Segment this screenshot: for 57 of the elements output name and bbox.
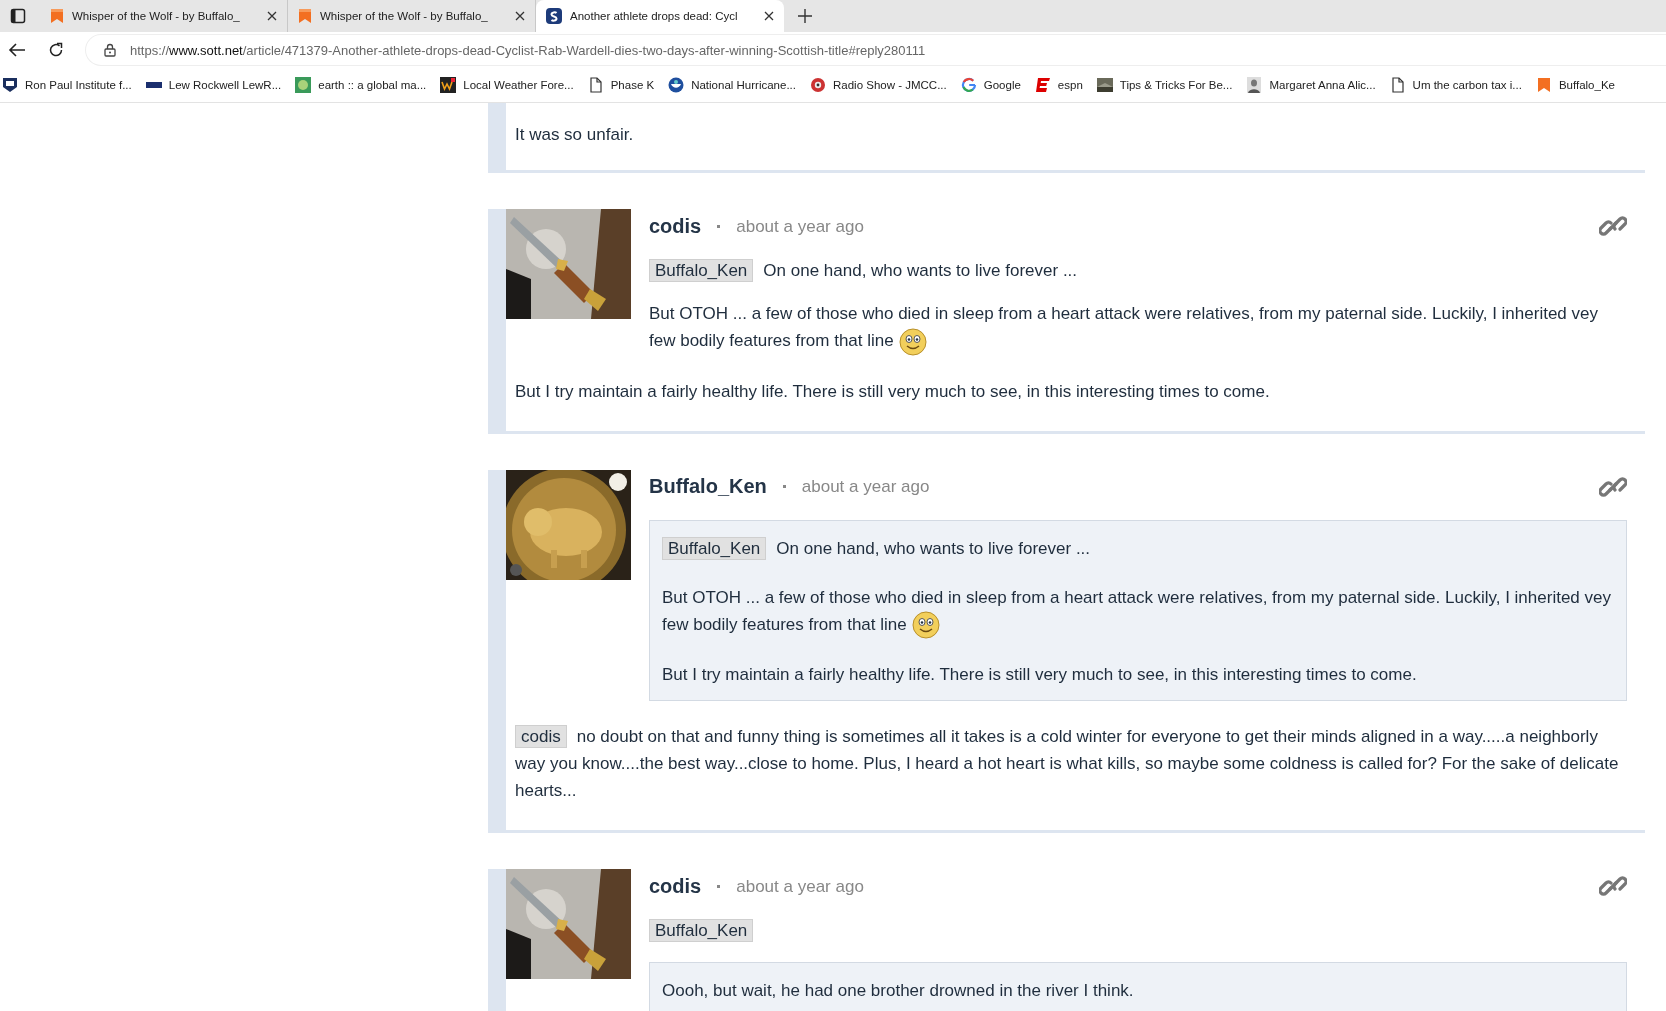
comment-time: about a year ago (736, 215, 864, 238)
portrait-icon (1246, 77, 1263, 93)
lock-icon (104, 43, 116, 57)
bookmark-item[interactable]: Radio Show - JMCC... (810, 77, 947, 93)
bookmark-item[interactable]: Google (960, 77, 1021, 93)
browser-tab[interactable]: Another athlete drops dead: Cycl (536, 0, 784, 32)
thumbnail-icon (1096, 77, 1113, 93)
seal-icon (668, 77, 685, 93)
sidebar-icon[interactable] (10, 8, 26, 24)
g-logo-icon (960, 77, 977, 93)
comment-text: But I try maintain a fairly healthy life. There is still very much to see, in this interesting times to come. (515, 380, 1271, 403)
comment-text: Buffalo_Ken On one hand, who wants to live forever ... (649, 257, 1627, 284)
comment-text: But OTOH ... a few of those who died in sleep from a heart attack were relatives, from my paternal side. Luckily, I inherited vey few bodily features from that line (662, 583, 1614, 640)
page-icon (1389, 77, 1406, 93)
comment-text: But I try maintain a fairly healthy life. There is still very much to see, in this interesting times to come. (662, 664, 1418, 687)
close-icon[interactable] (267, 11, 277, 21)
url-text: https://www.sott.net/article/471379-Another-athlete-drops-dead-Cyclist-Rab-Wardell-dies-two-days-after-winning-Scottish-title#reply280111 (130, 42, 926, 58)
close-icon[interactable] (764, 11, 774, 21)
mention-tag[interactable]: Buffalo_Ken (649, 259, 754, 282)
mention-tag[interactable]: Buffalo_Ken (649, 919, 754, 943)
comment-time: about a year ago (801, 476, 930, 498)
bookmark-item[interactable]: Buffalo_Ke (1535, 77, 1615, 93)
author-name[interactable]: Buffalo_Ken (649, 473, 767, 500)
mention-tag[interactable]: Buffalo_Ken (662, 536, 767, 560)
bookmark-item[interactable]: Local Weather Fore... (440, 77, 574, 93)
new-tab-icon[interactable] (798, 9, 812, 23)
comment-text: It was so unfair. (515, 124, 635, 146)
site-logo-icon (546, 8, 562, 24)
comment-text: Buffalo_Ken On one hand, who wants to live forever ... (662, 534, 1614, 562)
e-logo-icon (1034, 77, 1051, 93)
bookmark-item[interactable]: earth :: a global ma... (295, 77, 427, 93)
reload-icon[interactable] (48, 42, 64, 58)
bookmark-item[interactable]: Tips & Tricks For Be... (1096, 77, 1233, 93)
bookmark-item[interactable]: Lew Rockwell LewR... (145, 77, 282, 93)
back-icon[interactable] (8, 42, 26, 58)
weather-logo-icon (440, 77, 457, 93)
comment-text: But OTOH ... a few of those who died in sleep from a heart attack were relatives, from my paternal side. Luckily, I inherited vey few bodily features from that line (649, 300, 1627, 356)
mention-tag[interactable]: codis (515, 725, 567, 749)
bookmark-ribbon-icon (50, 8, 64, 24)
browser-tab[interactable]: Whisper of the Wolf - by Buffalo_ (40, 0, 288, 32)
radio-icon (810, 77, 826, 93)
bookmark-item[interactable]: Margaret Anna Alic... (1246, 77, 1376, 93)
close-icon[interactable] (515, 11, 525, 21)
bookmark-item[interactable]: Um the carbon tax i... (1389, 77, 1522, 93)
bookmark-item[interactable]: espn (1034, 77, 1083, 93)
bookmark-item[interactable]: Ron Paul Institute f... (2, 77, 132, 93)
author-name[interactable]: codis (649, 872, 702, 900)
comment-text: codis no doubt on that and funny thing is sometimes all it takes is a cold winter for everyone to get their minds aligned in a way.....a neighborly way you know....the best way...close to home. Plus, I heard a hot heart is what kills, so maybe some coldness is called for? For the sake of delicate hearts... (515, 724, 1620, 803)
bookmark-ribbon-icon (298, 8, 312, 24)
bookmark-item[interactable]: Phase K (587, 77, 655, 93)
comment-text: Oooh, but wait, he had one brother drowned in the river I think. (662, 980, 1135, 1003)
comment-time: about a year ago (736, 875, 864, 898)
page-icon (587, 77, 604, 93)
globe-icon (295, 77, 312, 93)
bookmark-ribbon-icon (1535, 77, 1552, 93)
bookmark-item[interactable]: National Hurricane... (668, 77, 796, 93)
author-name[interactable]: codis (649, 212, 702, 240)
